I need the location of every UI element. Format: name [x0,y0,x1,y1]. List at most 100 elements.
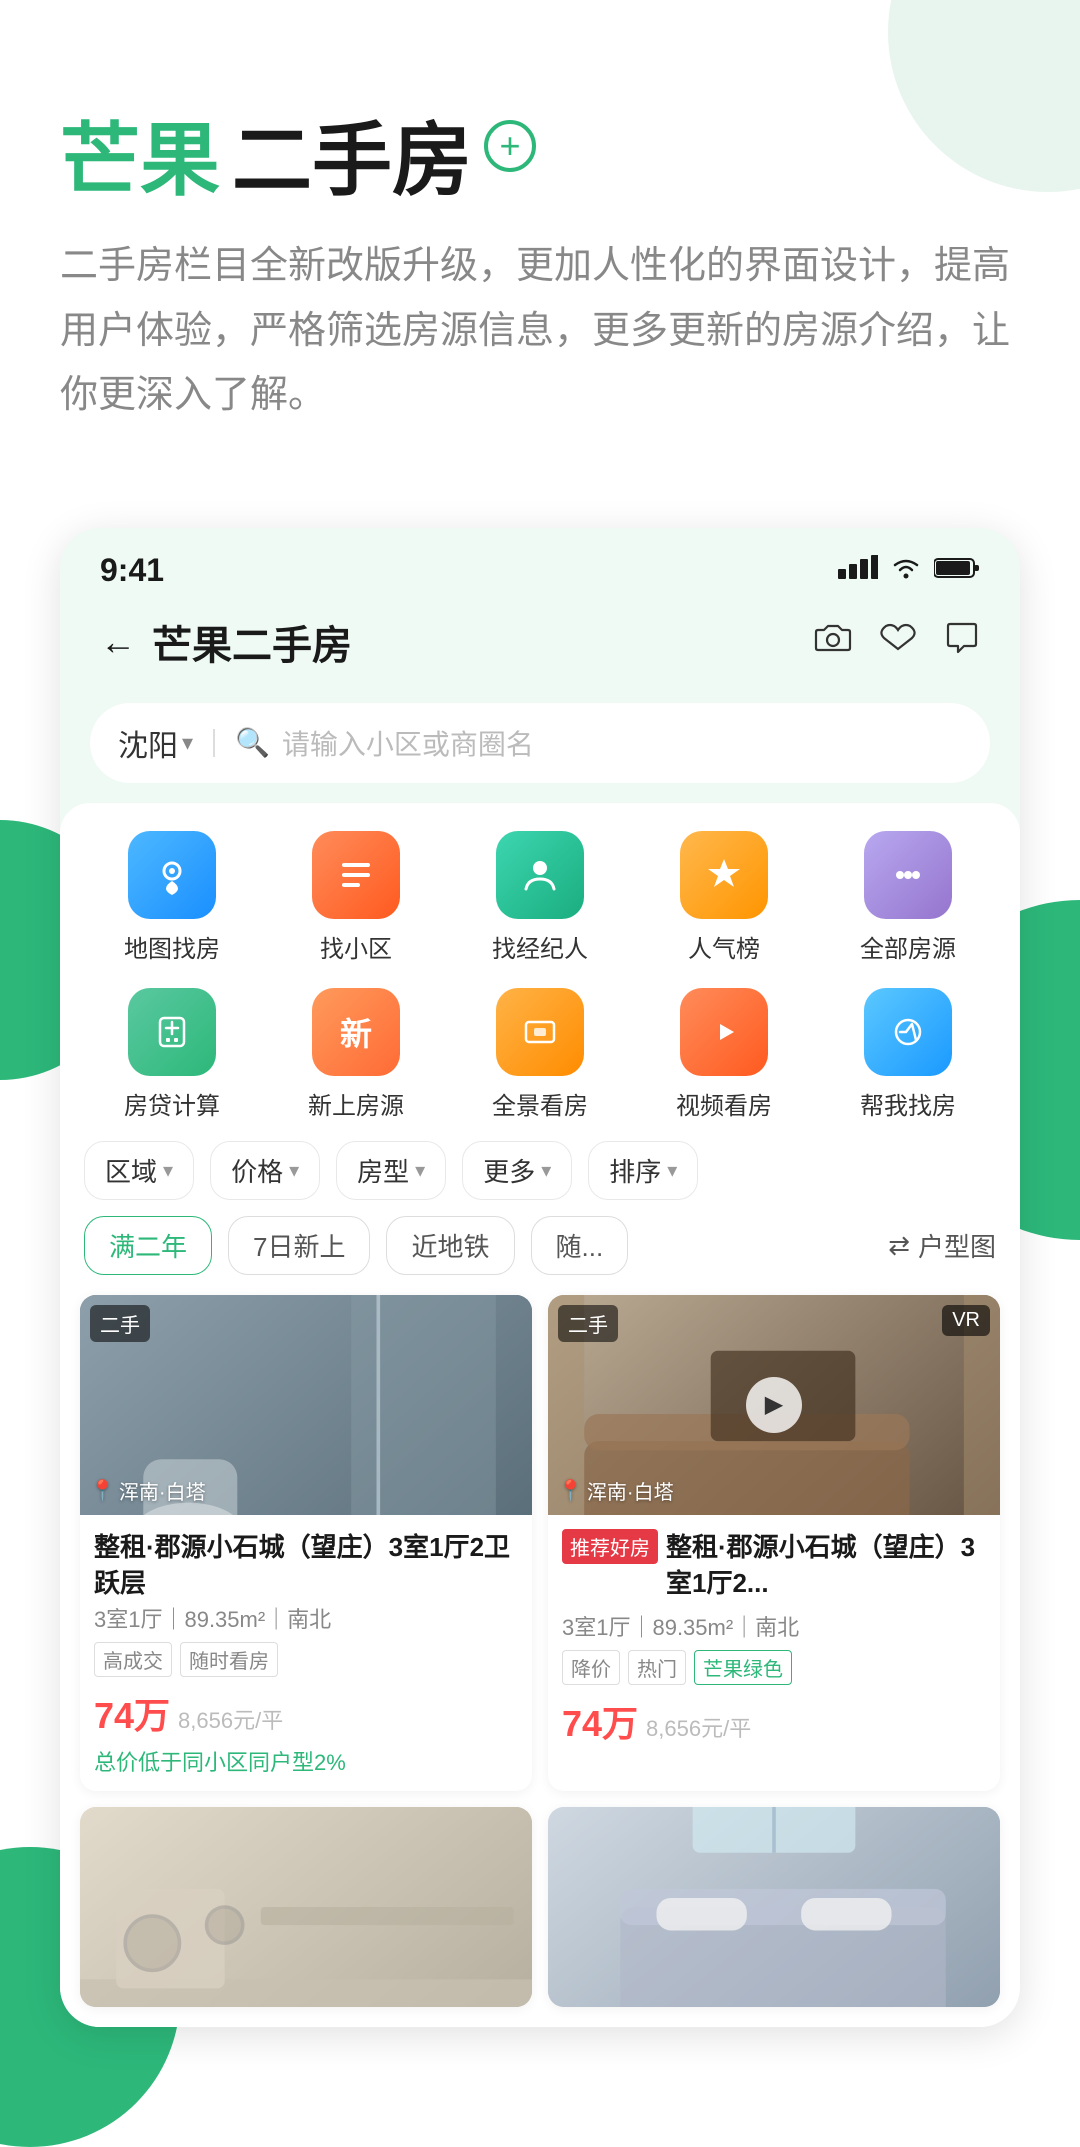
status-icons [838,555,980,586]
quick-label-new: 新上房源 [308,1086,404,1121]
listing-price-row-1: 74万 8,656元/平 [94,1687,518,1739]
tag-price-down: 降价 [562,1650,620,1685]
battery-icon [934,556,980,585]
header-description: 二手房栏目全新改版升级，更加人性化的界面设计，提高用户体验，严格筛选房源信息，更… [60,234,1020,428]
signal-icon [838,555,878,586]
quick-label-video: 视频看房 [676,1086,772,1121]
listing-image-2: 二手 📍 浑南·白塔 ▶ VR [548,1295,1000,1515]
search-magnifier-icon: 🔍 [235,726,270,759]
tag-subway[interactable]: 近地铁 [386,1216,514,1275]
nav-right [814,621,980,663]
phone-mockup: 9:41 ← 芒果二手房 [60,528,1020,2027]
wifi-icon [890,556,922,585]
listing-badge-type-1: 二手 [90,1305,150,1342]
listing-info-2: 推荐好房 整租·郡源小石城（望庄）3室1厅2... 3室1厅｜89.35m²｜南… [548,1515,1000,1761]
nav-bar: ← 芒果二手房 [60,597,1020,691]
listing-card-4[interactable] [548,1807,1000,2007]
quick-label-panorama: 全景看房 [492,1086,588,1121]
quick-item-video[interactable]: 视频看房 [632,988,816,1121]
tag-high-deal: 高成交 [94,1642,172,1677]
camera-icon[interactable] [814,621,852,663]
filter-more[interactable]: 更多 ▾ [462,1141,572,1200]
vr-badge-2: VR [942,1305,990,1336]
quick-item-community[interactable]: 找小区 [264,831,448,964]
page-title-row: 芒果 二手房 + [60,120,1020,202]
listing-title-1: 整租·郡源小石城（望庄）3室1厅2卫 跃层 [94,1529,518,1602]
content-area: 地图找房 找小区 找经纪人 人气榜 [60,803,1020,2027]
tag-hot: 热门 [628,1650,686,1685]
listing-per-sqm-1: 8,656元/平 [178,1703,283,1735]
search-divider [213,729,215,757]
location-text: 沈阳 [118,721,178,765]
play-button-2[interactable]: ▶ [746,1377,802,1433]
tag-anytime: 随时看房 [180,1642,278,1677]
listing-card-1[interactable]: 二手 📍 浑南·白塔 整租·郡源小石城（望庄）3室1厅2卫 跃层 3室1厅｜89… [80,1295,532,1791]
plus-button[interactable]: + [484,120,536,172]
listing-specs-1: 3室1厅｜89.35m²｜南北 [94,1602,518,1634]
listing-badge-type-2: 二手 [558,1305,618,1342]
map-icon [128,831,216,919]
listing-image-3 [80,1807,532,2007]
floor-plan-toggle[interactable]: ⇄ 户型图 [888,1227,996,1264]
filter-bar: 区域 ▾ 价格 ▾ 房型 ▾ 更多 ▾ 排序 ▾ [80,1141,1000,1200]
quick-item-all[interactable]: 全部房源 [816,831,1000,964]
quick-label-calculator: 房贷计算 [124,1086,220,1121]
status-time: 9:41 [100,552,164,589]
search-input[interactable]: 请输入小区或商圈名 [282,723,534,763]
quick-label-agent: 找经纪人 [492,929,588,964]
listing-image-1: 二手 📍 浑南·白塔 [80,1295,532,1515]
new-listing-icon: 新 [312,988,400,1076]
listing-note-1: 总价低于同小区同户型2% [94,1745,518,1777]
quick-item-calculator[interactable]: 房贷计算 [80,988,264,1121]
tag-7day[interactable]: 7日新上 [228,1216,370,1275]
listings-grid: 二手 📍 浑南·白塔 整租·郡源小石城（望庄）3室1厅2卫 跃层 3室1厅｜89… [80,1295,1000,2027]
tag-random[interactable]: 随... [531,1216,629,1275]
quick-item-agent[interactable]: 找经纪人 [448,831,632,964]
quick-label-popular: 人气榜 [688,929,760,964]
quick-item-panorama[interactable]: 全景看房 [448,988,632,1121]
search-location[interactable]: 沈阳 ▾ [118,721,193,765]
listing-specs-2: 3室1厅｜89.35m²｜南北 [562,1610,986,1642]
video-icon [680,988,768,1076]
recommend-badge-2: 推荐好房 [562,1529,658,1564]
quick-label-community: 找小区 [320,929,392,964]
listing-price-1: 74万 [94,1687,170,1739]
listing-title-2: 整租·郡源小石城（望庄）3室1厅2... [666,1529,986,1602]
nav-title: 芒果二手房 [152,613,352,671]
listing-tags-2: 降价 热门 芒果绿色 [562,1650,986,1685]
heart-icon[interactable] [880,621,916,663]
listing-card-3[interactable] [80,1807,532,2007]
popular-icon [680,831,768,919]
message-icon[interactable] [944,621,980,663]
title-rest: 二手房 [232,121,472,201]
filter-area[interactable]: 区域 ▾ [84,1141,194,1200]
nav-left: ← 芒果二手房 [100,613,352,671]
location-dropdown-icon: ▾ [182,730,193,756]
quick-item-map[interactable]: 地图找房 [80,831,264,964]
listing-location-2: 📍 浑南·白塔 [558,1476,674,1505]
listing-card-2[interactable]: 二手 📍 浑南·白塔 ▶ VR 推荐好房 整租·郡源小石城（望庄）3室1厅2..… [548,1295,1000,1791]
calculator-icon [128,988,216,1076]
listing-info-1: 整租·郡源小石城（望庄）3室1厅2卫 跃层 3室1厅｜89.35m²｜南北 高成… [80,1515,532,1791]
listing-location-1: 📍 浑南·白塔 [90,1476,206,1505]
filter-type[interactable]: 房型 ▾ [336,1141,446,1200]
filter-price[interactable]: 价格 ▾ [210,1141,320,1200]
filter-sort[interactable]: 排序 ▾ [588,1141,698,1200]
chevron-down-icon: ▾ [667,1158,677,1183]
quick-item-help[interactable]: 帮我找房 [816,988,1000,1121]
back-button[interactable]: ← [100,621,136,663]
quick-label-map: 地图找房 [124,929,220,964]
agent-icon [496,831,584,919]
title-mango: 芒果 [60,121,220,201]
quick-menu-row1: 地图找房 找小区 找经纪人 人气榜 [80,831,1000,964]
tag-two-year[interactable]: 满二年 [84,1216,212,1275]
panorama-icon [496,988,584,1076]
search-bar[interactable]: 沈阳 ▾ 🔍 请输入小区或商圈名 [90,703,990,783]
quick-menu-row2: 房贷计算 新 新上房源 全景看房 视频看房 [80,988,1000,1121]
listing-per-sqm-2: 8,656元/平 [646,1711,751,1743]
quick-item-new[interactable]: 新 新上房源 [264,988,448,1121]
chevron-down-icon: ▾ [289,1158,299,1183]
chevron-down-icon: ▾ [415,1158,425,1183]
quick-item-popular[interactable]: 人气榜 [632,831,816,964]
chevron-down-icon: ▾ [541,1158,551,1183]
